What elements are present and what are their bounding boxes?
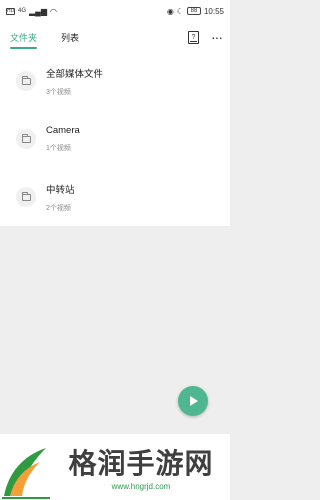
battery-icon: 88 <box>186 7 201 15</box>
more-options-icon[interactable]: ··· <box>211 30 223 44</box>
folder-item-text: 中转站 2个视频 <box>46 182 75 213</box>
network-label: 4G <box>18 8 27 14</box>
folder-icon <box>21 191 31 201</box>
folder-title: Camera <box>46 125 80 136</box>
folder-title: 全部媒体文件 <box>46 68 104 80</box>
help-icon[interactable]: ? <box>188 30 199 44</box>
app-bar-actions: ? ··· <box>188 30 230 44</box>
watermark-banner: 格润手游网 www.hngrjd.com <box>0 434 230 500</box>
watermark-text: 格润手游网 <box>68 447 214 480</box>
folder-item-camera[interactable]: Camera 1个视频 <box>0 110 230 168</box>
app-bar: 文件夹 列表 ? ··· <box>0 22 230 52</box>
folder-icon-circle <box>16 187 36 207</box>
status-left: HD 4G ▂▄▆ ◠ <box>6 7 57 16</box>
wifi-icon: ◠ <box>50 6 57 16</box>
folder-title: 中转站 <box>46 184 75 196</box>
folder-item-all-media[interactable]: 全部媒体文件 3个视频 <box>0 52 230 110</box>
hd-icon: HD <box>6 7 15 15</box>
folder-video-count: 3个视频 <box>46 88 71 96</box>
folder-icon-circle <box>16 129 36 149</box>
folder-item-text: Camera 1个视频 <box>46 125 80 153</box>
tab-list[interactable]: 列表 <box>61 22 79 52</box>
leaf-logo-icon <box>2 448 50 499</box>
folder-item-text: 全部媒体文件 3个视频 <box>46 66 103 97</box>
status-bar: HD 4G ▂▄▆ ◠ ◉ ☾ 88 10:55 <box>0 0 230 22</box>
tab-folders[interactable]: 文件夹 <box>10 22 38 52</box>
folder-icon <box>21 75 31 85</box>
folder-icon <box>21 133 31 143</box>
status-right: ◉ ☾ 88 10:55 <box>167 7 224 16</box>
watermark-url: www.hngrjd.com <box>111 482 171 491</box>
eye-icon: ◉ <box>166 6 174 16</box>
moon-icon: ☾ <box>176 6 184 16</box>
clock: 10:55 <box>203 6 224 16</box>
folder-video-count: 2个视频 <box>46 204 71 212</box>
play-icon <box>190 396 198 406</box>
folder-list: 全部媒体文件 3个视频 Camera 1个视频 中转站 2个视频 <box>0 52 230 226</box>
signal-icon: ▂▄▆ <box>29 6 47 16</box>
folder-item-transfer[interactable]: 中转站 2个视频 <box>0 168 230 226</box>
play-button[interactable] <box>178 386 208 416</box>
folder-icon-circle <box>16 71 36 91</box>
folder-video-count: 1个视频 <box>46 145 71 152</box>
